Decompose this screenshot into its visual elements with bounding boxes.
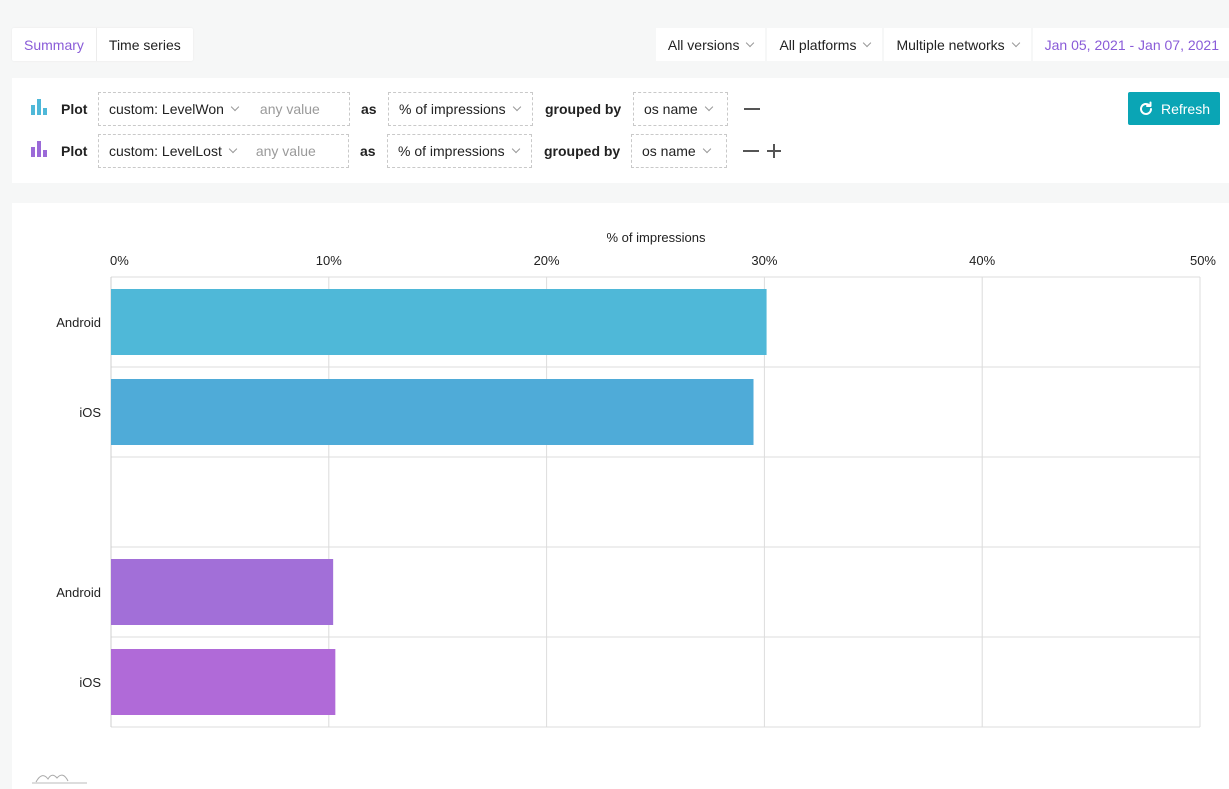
x-tick-label: 50% bbox=[1190, 253, 1216, 268]
refresh-icon bbox=[1140, 101, 1152, 115]
bar bbox=[111, 289, 767, 355]
remove-row-button[interactable] bbox=[743, 150, 759, 152]
bar bbox=[111, 379, 754, 445]
bar-chart: % of impressions 0% 10% 20% 30% 40% 50% Android… bbox=[56, 230, 1216, 728]
group-select-value: os name bbox=[644, 101, 698, 117]
metric-select-value: % of impressions bbox=[398, 143, 505, 159]
tab-time-series[interactable]: Time series bbox=[95, 28, 193, 61]
add-row-button[interactable] bbox=[767, 144, 781, 158]
bar bbox=[111, 649, 336, 715]
top-toolbar: Summary Time series All versions All pla… bbox=[0, 0, 1229, 76]
event-select[interactable]: custom: LevelWon any value bbox=[98, 92, 350, 126]
event-select-value: custom: LevelWon bbox=[109, 101, 224, 117]
chevron-down-icon bbox=[746, 38, 755, 47]
query-row-2: Plot custom: LevelLost any value as % of… bbox=[12, 134, 1229, 168]
plot-label: Plot bbox=[61, 143, 88, 159]
category-label: iOS bbox=[79, 405, 101, 420]
chart-panel: % of impressions 0% 10% 20% 30% 40% 50% Android… bbox=[12, 203, 1229, 789]
grouped-by-label: grouped by bbox=[544, 143, 621, 159]
x-tick-label: 10% bbox=[316, 253, 342, 268]
sparkline-icon bbox=[32, 774, 87, 784]
view-tabs: Summary Time series bbox=[12, 28, 193, 61]
platforms-filter-label: All platforms bbox=[779, 36, 857, 53]
event-select-value: custom: LevelLost bbox=[109, 143, 222, 159]
chevron-down-icon bbox=[228, 144, 238, 154]
networks-filter[interactable]: Multiple networks bbox=[884, 28, 1031, 61]
query-builder: Plot custom: LevelWon any value as % of … bbox=[12, 78, 1229, 183]
chevron-down-icon bbox=[512, 102, 521, 112]
networks-filter-label: Multiple networks bbox=[896, 36, 1005, 53]
metric-select-value: % of impressions bbox=[399, 101, 506, 117]
chevron-down-icon bbox=[702, 144, 711, 154]
as-label: as bbox=[360, 143, 376, 159]
versions-filter[interactable]: All versions bbox=[655, 28, 766, 61]
date-range-picker[interactable]: Jan 05, 2021 - Jan 07, 2021 bbox=[1032, 28, 1229, 61]
value-filter-input[interactable]: any value bbox=[260, 101, 320, 117]
group-select-value: os name bbox=[642, 143, 696, 159]
as-label: as bbox=[361, 101, 377, 117]
value-filter-input[interactable]: any value bbox=[256, 143, 316, 159]
filter-bar: All versions All platforms Multiple netw… bbox=[654, 28, 1229, 61]
remove-row-button[interactable] bbox=[744, 108, 760, 110]
x-tick-label: 40% bbox=[969, 253, 995, 268]
category-label: Android bbox=[56, 585, 101, 600]
refresh-button[interactable]: Refresh bbox=[1128, 92, 1220, 125]
platforms-filter[interactable]: All platforms bbox=[767, 28, 883, 61]
date-range-label: Jan 05, 2021 - Jan 07, 2021 bbox=[1044, 36, 1219, 53]
plot-label: Plot bbox=[61, 101, 88, 117]
chevron-down-icon bbox=[230, 102, 240, 112]
event-select[interactable]: custom: LevelLost any value bbox=[98, 134, 349, 168]
chevron-down-icon bbox=[704, 102, 713, 112]
bar bbox=[111, 559, 334, 625]
category-label: iOS bbox=[79, 675, 101, 690]
tab-summary[interactable]: Summary bbox=[12, 28, 96, 61]
group-select[interactable]: os name bbox=[633, 92, 728, 126]
group-select[interactable]: os name bbox=[631, 134, 727, 168]
category-label: Android bbox=[56, 315, 101, 330]
metric-select[interactable]: % of impressions bbox=[387, 134, 532, 168]
metric-select[interactable]: % of impressions bbox=[388, 92, 533, 126]
grouped-by-label: grouped by bbox=[545, 101, 622, 117]
chevron-down-icon bbox=[1011, 38, 1020, 47]
x-axis-title: % of impressions bbox=[607, 230, 706, 245]
chevron-down-icon bbox=[511, 144, 520, 154]
x-tick-label: 0% bbox=[110, 253, 129, 268]
versions-filter-label: All versions bbox=[667, 36, 740, 53]
bar-chart-icon bbox=[31, 141, 49, 157]
bar-chart-icon bbox=[31, 99, 49, 115]
query-row-1: Plot custom: LevelWon any value as % of … bbox=[12, 92, 1229, 126]
refresh-label: Refresh bbox=[1160, 100, 1211, 117]
x-tick-label: 30% bbox=[751, 253, 777, 268]
x-tick-label: 20% bbox=[534, 253, 560, 268]
chevron-down-icon bbox=[863, 38, 872, 47]
